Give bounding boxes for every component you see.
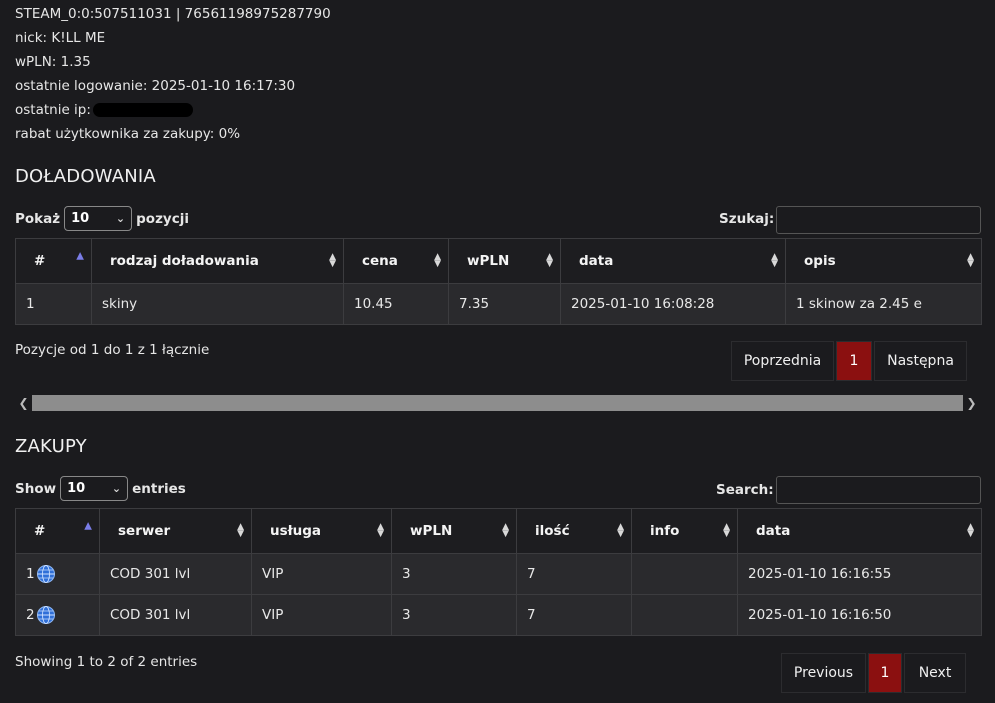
cell-service: VIP [251, 553, 392, 595]
purchases-length-control: Show 10 ⌄ entries [15, 476, 186, 501]
nick: nick: K!LL ME [15, 30, 106, 46]
purchases-info: Showing 1 to 2 of 2 entries [15, 654, 198, 670]
cell-quantity: 7 [516, 594, 632, 636]
cell-wpln: 3 [391, 594, 517, 636]
sort-icon: ▲ ▼ [967, 522, 974, 539]
topups-show-label: Pokaż [15, 210, 61, 227]
purchases-search-label: Search: [716, 482, 774, 498]
table-row: 1 skiny 10.45 7.35 2025-01-10 16:08:28 1… [15, 283, 982, 325]
cell-price: 10.45 [343, 283, 449, 325]
last-ip-label: ostatnie ip: [15, 102, 91, 118]
last-login: ostatnie logowanie: 2025-01-10 16:17:30 [15, 78, 296, 94]
topups-header-row: # ▲ rodzaj doładowania ▲ ▼ cena ▲ ▼ wPLN ▲ ▼ da… [15, 238, 982, 284]
cell-description: 1 skinow za 2.45 e [785, 283, 982, 325]
purchases-heading: ZAKUPY [15, 436, 87, 457]
purchases-search-input[interactable] [776, 476, 981, 504]
purchases-table: # ▲ serwer ▲ ▼ usługa ▲ ▼ wPLN ▲ ▼ ilość ▲ ▼ info… [15, 508, 982, 636]
topups-heading: DOŁADOWANIA [15, 166, 156, 187]
cell-wpln: 3 [391, 553, 517, 595]
topups-col-description[interactable]: opis ▲ ▼ [785, 238, 982, 284]
scrollbar-thumb[interactable] [32, 395, 963, 411]
purchases-col-quantity[interactable]: ilość ▲ ▼ [516, 508, 632, 554]
topups-search-label: Szukaj: [719, 211, 775, 227]
purchases-pagination: Previous 1 Next [781, 653, 966, 693]
chevron-left-icon[interactable]: ❮ [15, 396, 32, 410]
purchases-next-button[interactable]: Next [904, 653, 966, 693]
topups-col-date[interactable]: data ▲ ▼ [560, 238, 786, 284]
sort-icon: ▲ ▼ [771, 252, 778, 269]
cell-info [631, 594, 738, 636]
purchases-page-size-select[interactable]: 10 ⌄ [60, 476, 129, 501]
cell-wpln: 7.35 [448, 283, 561, 325]
chevron-down-icon: ⌄ [115, 212, 126, 225]
topups-col-type[interactable]: rodzaj doładowania ▲ ▼ [91, 238, 344, 284]
purchases-page-1[interactable]: 1 [868, 653, 902, 693]
sort-icon: ▲ ▼ [434, 252, 441, 269]
cell-date: 2025-01-10 16:16:50 [737, 594, 982, 636]
sort-icon: ▲ ▼ [237, 522, 244, 539]
sort-icon: ▲ ▼ [546, 252, 553, 269]
purchases-show-label: Show [15, 480, 57, 497]
purchases-col-date[interactable]: data ▲ ▼ [737, 508, 982, 554]
steam-id: STEAM_0:0:507511031 | 76561198975287790 [15, 6, 331, 22]
cell-index: 1 [15, 283, 92, 325]
purchases-prev-button[interactable]: Previous [781, 653, 866, 693]
cell-server: COD 301 lvl [99, 553, 252, 595]
purchases-col-service[interactable]: usługa ▲ ▼ [251, 508, 392, 554]
topups-page-1[interactable]: 1 [836, 341, 872, 381]
topups-length-control: Pokaż 10 ⌄ pozycji [15, 206, 189, 231]
topups-page-size-select[interactable]: 10 ⌄ [64, 206, 133, 231]
sort-asc-icon: ▲ [84, 520, 92, 532]
horizontal-scrollbar[interactable]: ❮ ❯ [15, 394, 980, 412]
cell-quantity: 7 [516, 553, 632, 595]
last-ip: ostatnie ip: [15, 98, 331, 122]
purchases-col-index[interactable]: # ▲ [15, 508, 100, 554]
cell-info [631, 553, 738, 595]
globe-icon[interactable] [36, 605, 56, 625]
topups-info: Pozycje od 1 do 1 z 1 łącznie [15, 342, 210, 358]
cell-server: COD 301 lvl [99, 594, 252, 636]
chevron-right-icon[interactable]: ❯ [963, 396, 980, 410]
profile-info: STEAM_0:0:507511031 | 76561198975287790 … [15, 2, 331, 146]
sort-icon: ▲ ▼ [502, 522, 509, 539]
cell-index: 1 [15, 553, 100, 595]
globe-icon[interactable] [36, 564, 56, 584]
topups-pagination: Poprzednia 1 Następna [731, 341, 967, 381]
chevron-down-icon: ⌄ [111, 482, 122, 495]
sort-icon: ▲ ▼ [377, 522, 384, 539]
purchases-col-server[interactable]: serwer ▲ ▼ [99, 508, 252, 554]
sort-icon: ▲ ▼ [723, 522, 730, 539]
table-row: 2 COD 301 lvl VIP 3 7 2025-01-10 16:16:5… [15, 594, 982, 636]
topups-next-button[interactable]: Następna [874, 341, 967, 381]
topups-col-wpln[interactable]: wPLN ▲ ▼ [448, 238, 561, 284]
cell-service: VIP [251, 594, 392, 636]
sort-icon: ▲ ▼ [967, 252, 974, 269]
topups-col-price[interactable]: cena ▲ ▼ [343, 238, 449, 284]
topups-col-index[interactable]: # ▲ [15, 238, 92, 284]
table-row: 1 COD 301 lvl VIP 3 7 2025-01-10 16:16:5… [15, 553, 982, 595]
topups-search-input[interactable] [776, 206, 981, 234]
cell-date: 2025-01-10 16:08:28 [560, 283, 786, 325]
sort-icon: ▲ ▼ [329, 252, 336, 269]
purchases-col-wpln[interactable]: wPLN ▲ ▼ [391, 508, 517, 554]
redacted-ip [92, 103, 193, 117]
cell-index: 2 [15, 594, 100, 636]
topups-show-suffix: pozycji [136, 210, 189, 227]
cell-date: 2025-01-10 16:16:55 [737, 553, 982, 595]
purchases-header-row: # ▲ serwer ▲ ▼ usługa ▲ ▼ wPLN ▲ ▼ ilość ▲ ▼ info… [15, 508, 982, 554]
user-discount: rabat użytkownika za zakupy: 0% [15, 126, 241, 142]
sort-asc-icon: ▲ [76, 250, 84, 262]
purchases-col-info[interactable]: info ▲ ▼ [631, 508, 738, 554]
cell-type: skiny [91, 283, 344, 325]
topups-table: # ▲ rodzaj doładowania ▲ ▼ cena ▲ ▼ wPLN ▲ ▼ da… [15, 238, 982, 325]
sort-icon: ▲ ▼ [617, 522, 624, 539]
wpln-balance: wPLN: 1.35 [15, 54, 91, 70]
topups-prev-button[interactable]: Poprzednia [731, 341, 834, 381]
purchases-show-suffix: entries [132, 480, 186, 497]
